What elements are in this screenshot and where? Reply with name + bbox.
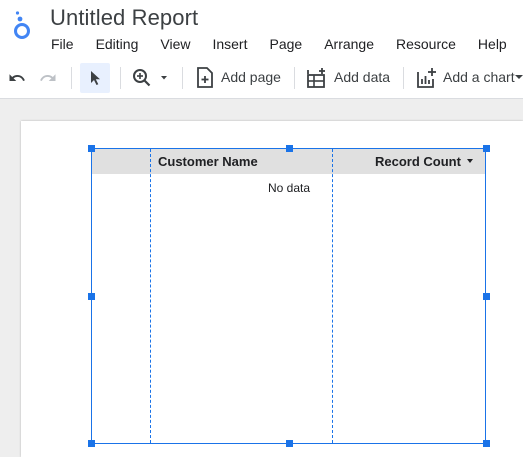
add-chart-dropdown-icon[interactable] bbox=[515, 74, 523, 82]
menu-bar: File Editing View Insert Page Arrange Re… bbox=[40, 35, 518, 53]
resize-handle-top-right[interactable] bbox=[483, 145, 490, 152]
menu-help[interactable]: Help bbox=[467, 35, 518, 53]
column-header-customer-name[interactable]: Customer Name bbox=[158, 154, 258, 169]
sort-descending-icon[interactable] bbox=[467, 159, 473, 163]
toolbar-separator bbox=[182, 67, 183, 89]
add-chart-button[interactable]: Add a chart bbox=[443, 69, 515, 85]
menu-view[interactable]: View bbox=[149, 35, 201, 53]
resize-handle-bottom[interactable] bbox=[286, 440, 293, 447]
add-chart-icon[interactable] bbox=[416, 67, 438, 89]
resize-handle-bottom-right[interactable] bbox=[483, 440, 490, 447]
looker-studio-logo-icon[interactable] bbox=[12, 8, 38, 42]
column-divider[interactable] bbox=[332, 149, 333, 443]
zoom-button[interactable] bbox=[130, 66, 170, 90]
toolbar-separator bbox=[403, 67, 404, 89]
zoom-icon bbox=[133, 69, 167, 87]
menu-file[interactable]: File bbox=[40, 35, 85, 53]
report-title[interactable]: Untitled Report bbox=[50, 5, 198, 31]
resize-handle-left[interactable] bbox=[88, 293, 95, 300]
title-bar: Untitled Report File Editing View Insert… bbox=[0, 0, 523, 57]
select-tool-button[interactable] bbox=[80, 63, 110, 93]
cursor-icon bbox=[91, 71, 100, 85]
column-divider[interactable] bbox=[150, 149, 151, 443]
add-page-button[interactable]: Add page bbox=[221, 69, 281, 85]
empty-state-message: No data bbox=[268, 181, 311, 195]
menu-resource[interactable]: Resource bbox=[385, 35, 467, 53]
toolbar-separator bbox=[71, 67, 72, 89]
toolbar-separator bbox=[294, 67, 295, 89]
resize-handle-top[interactable] bbox=[286, 145, 293, 152]
column-header-record-count[interactable]: Record Count bbox=[375, 154, 461, 169]
menu-insert[interactable]: Insert bbox=[201, 35, 258, 53]
table-chart[interactable]: Customer Name Record Count No data bbox=[91, 148, 486, 444]
redo-icon[interactable] bbox=[37, 67, 59, 89]
add-page-icon[interactable] bbox=[195, 67, 215, 89]
resize-handle-right[interactable] bbox=[483, 293, 490, 300]
toolbar-separator bbox=[120, 67, 121, 89]
menu-arrange[interactable]: Arrange bbox=[313, 35, 385, 53]
toolbar: Add page Add data Add a chart bbox=[0, 57, 523, 99]
undo-icon[interactable] bbox=[6, 67, 28, 89]
resize-handle-bottom-left[interactable] bbox=[88, 440, 95, 447]
add-data-button[interactable]: Add data bbox=[334, 69, 390, 85]
resize-handle-top-left[interactable] bbox=[88, 145, 95, 152]
menu-page[interactable]: Page bbox=[258, 35, 313, 53]
menu-editing[interactable]: Editing bbox=[85, 35, 150, 53]
add-data-icon[interactable] bbox=[306, 67, 328, 89]
